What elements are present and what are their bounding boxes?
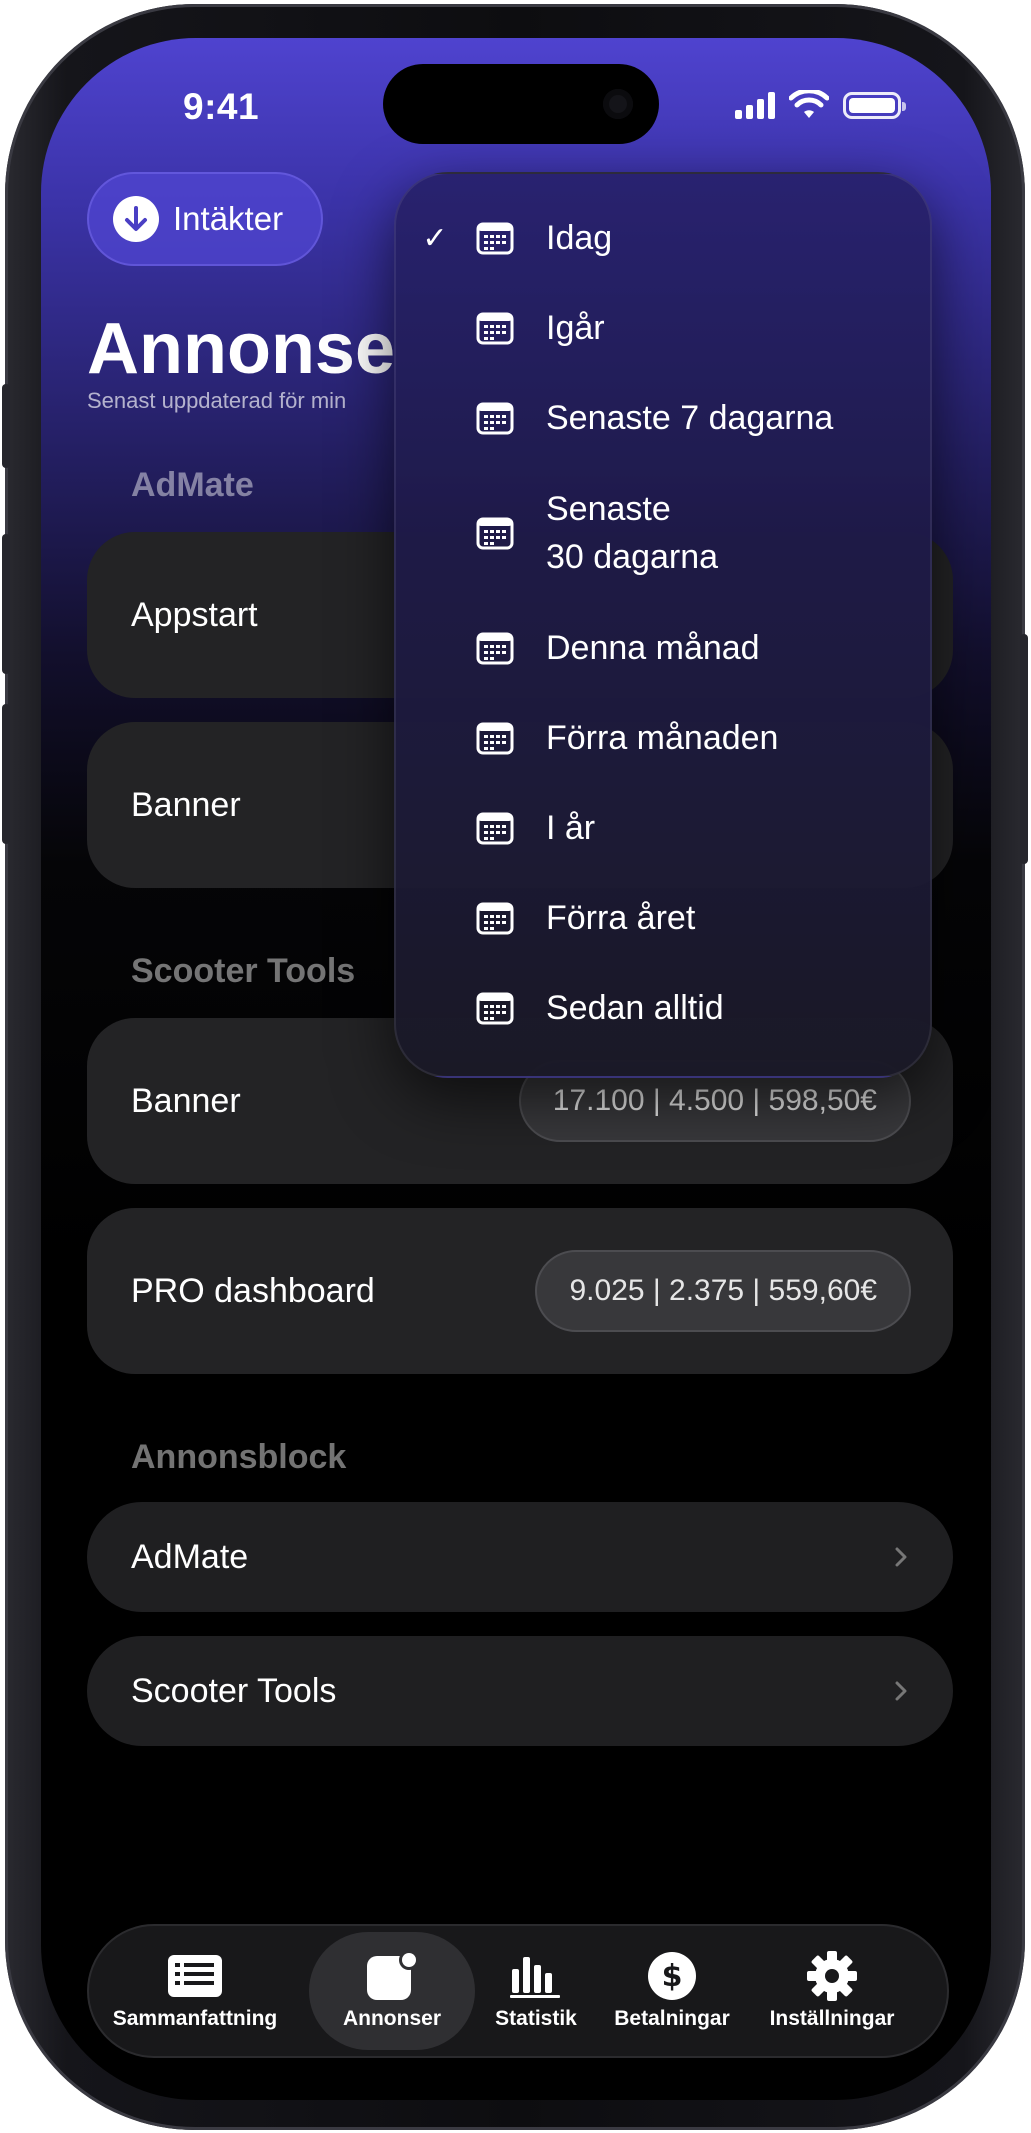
menu-item-sedan-alltid[interactable]: Sedan alltid [396, 978, 930, 1038]
section-header-ad-blocks: Annonsblock [131, 1438, 347, 1476]
calendar-icon [476, 902, 514, 935]
calendar-icon [476, 992, 514, 1025]
dollar-icon: $ [644, 1951, 700, 2001]
tab-label: Inställningar [769, 2007, 895, 2030]
ad-card-label: Appstart [131, 595, 258, 634]
menu-item-senaste-30-dagarna[interactable]: Senaste 30 dagarna [396, 478, 930, 588]
dynamic-island [383, 64, 659, 144]
battery-icon [843, 91, 906, 119]
chevron-right-icon [895, 1681, 907, 1701]
tab-label: Annonser [342, 2007, 441, 2030]
ad-block-label: AdMate [131, 1537, 249, 1576]
volume-up-button [2, 534, 10, 674]
action-button [2, 384, 10, 468]
page-title: Annonse [87, 309, 396, 389]
ad-block-row-scooter-tools[interactable]: Scooter Tools [87, 1636, 953, 1746]
svg-text:$: $ [662, 1959, 683, 1994]
ad-card-label: Banner [131, 1081, 241, 1120]
bar-chart-icon [508, 1951, 564, 2001]
arrow-down-circle-icon [113, 196, 159, 242]
menu-item-label: Förra månaden [546, 719, 779, 757]
volume-down-button [2, 704, 10, 844]
tab-statistik[interactable]: Statistik [481, 1932, 591, 2050]
calendar-icon [476, 517, 514, 550]
stats-pill: 9.025 | 2.375 | 559,60€ [535, 1250, 911, 1332]
ad-card-label: Banner [131, 785, 241, 824]
section-header-scooter-tools: Scooter Tools [131, 952, 356, 990]
calendar-icon [476, 632, 514, 665]
menu-item-label: Idag [546, 219, 613, 257]
tab-sammanfattning[interactable]: Sammanfattning [111, 1932, 279, 2050]
chevron-right-icon [895, 1547, 907, 1567]
ad-block-label: Scooter Tools [131, 1671, 337, 1710]
menu-item-label-line1: Senaste [546, 490, 671, 528]
gear-icon [804, 1951, 860, 2001]
menu-item-senaste-7-dagarna[interactable]: Senaste 7 dagarna [396, 388, 930, 448]
menu-item-idag[interactable]: ✓ Idag [396, 208, 930, 268]
phone-frame: 9:41 Intäkter Annonse Senast uppdaterad … [2, 4, 1028, 2130]
menu-item-label: Sedan alltid [546, 989, 724, 1027]
screen: 9:41 Intäkter Annonse Senast uppdaterad … [41, 38, 991, 2100]
calendar-icon [476, 722, 514, 755]
menu-item-igar[interactable]: Igår [396, 298, 930, 358]
power-button [1020, 634, 1028, 864]
status-time: 9:41 [183, 86, 260, 127]
menu-item-denna-manad[interactable]: Denna månad [396, 618, 930, 678]
ad-notification-icon [364, 1950, 420, 2001]
tab-label: Betalningar [614, 2007, 730, 2030]
calendar-icon [476, 312, 514, 345]
ad-block-row-admate[interactable]: AdMate [87, 1502, 953, 1612]
menu-item-label: I år [546, 809, 596, 847]
ad-card-scooter-pro-dashboard[interactable]: PRO dashboard 9.025 | 2.375 | 559,60€ [87, 1208, 953, 1374]
menu-item-label-line2: 30 dagarna [546, 538, 719, 576]
tab-label: Statistik [495, 2007, 577, 2030]
last-updated-text: Senast uppdaterad för min [87, 388, 347, 413]
tab-label: Sammanfattning [112, 2007, 278, 2030]
menu-item-label: Senaste 7 dagarna [546, 399, 834, 437]
menu-item-forra-manaden[interactable]: Förra månaden [396, 708, 930, 768]
tab-annonser[interactable]: Annonser [309, 1932, 475, 2050]
menu-item-label: Förra året [546, 899, 696, 937]
menu-item-i-ar[interactable]: I år [396, 798, 930, 858]
calendar-icon [476, 812, 514, 845]
checkmark-icon: ✓ [422, 221, 448, 255]
income-filter-button[interactable]: Intäkter [87, 172, 323, 266]
list-icon [167, 1951, 223, 2001]
date-range-menu: ✓ Idag Igår Senaste 7 dagarna Senaste 30… [394, 172, 932, 1078]
tab-bar: Sammanfattning Annonser Statistik $ Beta… [87, 1924, 949, 2058]
ad-card-label: PRO dashboard [131, 1271, 375, 1310]
cellular-signal-icon [735, 91, 775, 119]
wifi-icon [789, 90, 829, 118]
income-filter-label: Intäkter [173, 200, 284, 237]
calendar-icon [476, 222, 514, 255]
menu-item-forra-aret[interactable]: Förra året [396, 888, 930, 948]
camera-icon [603, 89, 633, 119]
status-icons [735, 90, 906, 120]
calendar-icon [476, 402, 514, 435]
menu-item-label: Denna månad [546, 629, 760, 667]
menu-item-label: Igår [546, 309, 605, 347]
section-header-admate: AdMate [131, 466, 254, 504]
tab-installningar[interactable]: Inställningar [753, 1932, 911, 2050]
tab-betalningar[interactable]: $ Betalningar [607, 1932, 737, 2050]
